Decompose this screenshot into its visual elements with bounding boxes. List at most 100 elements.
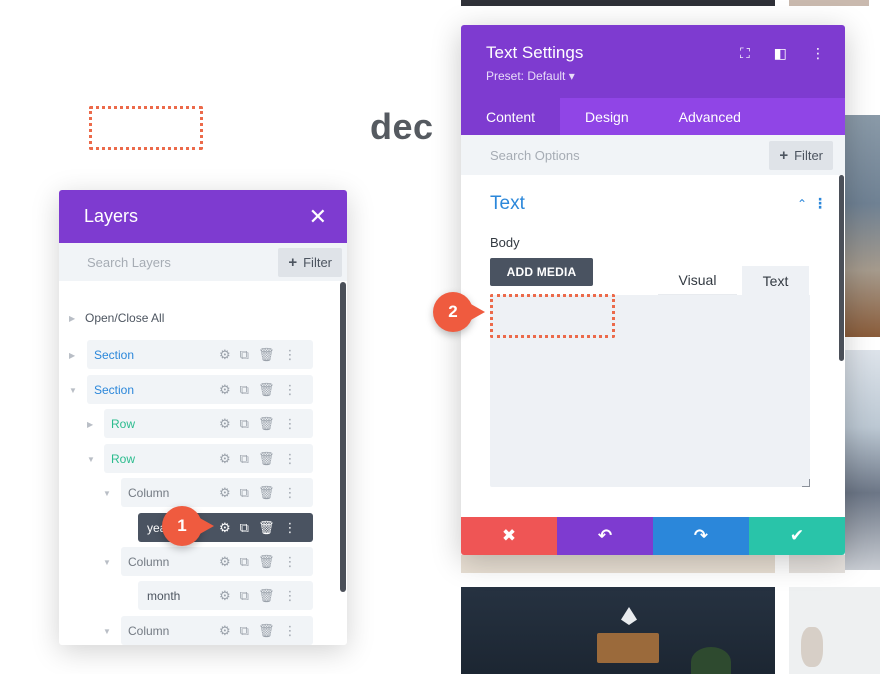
layer-label: Column (128, 554, 170, 569)
trash-icon[interactable]: 🗑 (258, 486, 275, 499)
sidebar-icon[interactable]: ◧ (774, 45, 787, 62)
editor-tab-text[interactable]: Text (742, 266, 809, 295)
layer-module-month[interactable]: month ⚙ ⧉ 🗑 ⋮ (138, 581, 313, 610)
trash-icon[interactable]: 🗑 (258, 348, 275, 361)
gear-icon[interactable]: ⚙ (219, 452, 231, 465)
trash-icon[interactable]: 🗑 (258, 417, 275, 430)
discard-button[interactable]: ✖ (461, 517, 557, 555)
body-label: Body (490, 235, 520, 250)
options-search-input[interactable]: Search Options (490, 148, 580, 163)
layer-column[interactable]: ▼ Column ⚙ ⧉ 🗑 ⋮ (103, 478, 313, 507)
more-dots-icon[interactable]: ⋮ (283, 521, 296, 534)
photo-tile (461, 587, 775, 674)
layer-row[interactable]: ▶ Row ⚙ ⧉ 🗑 ⋮ (87, 409, 313, 438)
layer-column[interactable]: ▼ Column ⚙ ⧉ 🗑 ⋮ (103, 547, 313, 576)
empty-text-placeholder (490, 294, 615, 338)
layer-label: Column (128, 485, 170, 500)
redo-icon: ↷ (693, 526, 709, 545)
more-dots-icon[interactable]: ⋮ (283, 348, 296, 361)
layer-section[interactable]: ▼ Section ⚙ ⧉ 🗑 ⋮ (69, 375, 313, 404)
layers-panel: Layers ✕ Search Layers + Filter ▶ Open/Cl… (59, 190, 347, 645)
more-dots-icon[interactable]: ⋮ (283, 589, 296, 602)
layer-label: Section (94, 347, 135, 362)
undo-button[interactable]: ↶ (557, 517, 653, 555)
photo-tile (845, 115, 880, 337)
duplicate-icon[interactable]: ⧉ (240, 555, 249, 568)
layers-search-bar: Search Layers + Filter (59, 243, 347, 281)
duplicate-icon[interactable]: ⧉ (240, 348, 249, 361)
settings-title: Text Settings (486, 43, 584, 62)
tab-advanced[interactable]: Advanced (654, 98, 766, 135)
duplicate-icon[interactable]: ⧉ (240, 589, 249, 602)
vase (801, 627, 823, 667)
gear-icon[interactable]: ⚙ (219, 624, 231, 637)
options-search-bar: Search Options + Filter (461, 135, 845, 175)
tab-content[interactable]: Content (461, 98, 561, 135)
tab-design[interactable]: Design (560, 98, 654, 135)
photo-tile (845, 350, 880, 570)
duplicate-icon[interactable]: ⧉ (240, 417, 249, 430)
more-dots-icon[interactable]: ⋮ (283, 383, 296, 396)
trash-icon[interactable]: 🗑 (258, 589, 275, 602)
layers-search-input[interactable]: Search Layers (87, 255, 171, 270)
gear-icon[interactable]: ⚙ (219, 417, 231, 430)
chevron-up-icon[interactable]: ⌃ (797, 197, 807, 211)
layers-filter-button[interactable]: + Filter (278, 247, 342, 277)
undo-icon: ↶ (597, 526, 613, 545)
plus-icon: + (288, 253, 298, 271)
more-dots-icon[interactable]: ⋮ (283, 486, 296, 499)
layer-label: Row (111, 416, 136, 431)
filter-label: Filter (303, 254, 332, 270)
more-dots-icon[interactable]: ⋮ (283, 624, 296, 637)
more-dots-icon[interactable]: ⋮ (283, 555, 296, 568)
text-section-title[interactable]: Text (490, 193, 525, 215)
caret-down-icon: ▼ (87, 455, 95, 464)
duplicate-icon[interactable]: ⧉ (240, 521, 249, 534)
trash-icon[interactable]: 🗑 (258, 624, 275, 637)
duplicate-icon[interactable]: ⧉ (240, 383, 249, 396)
layers-header: Layers ✕ (59, 190, 347, 243)
trash-icon[interactable]: 🗑 (258, 521, 275, 534)
settings-scrollbar[interactable] (839, 175, 844, 361)
gear-icon[interactable]: ⚙ (219, 589, 231, 602)
editor-tab-visual[interactable]: Visual (658, 266, 737, 295)
layer-column[interactable]: ▼ Column ⚙ ⧉ 🗑 ⋮ (103, 616, 313, 645)
settings-tabs: Content Design Advanced (461, 98, 845, 135)
month-heading[interactable]: dec (370, 106, 434, 148)
photo-tile (789, 587, 880, 674)
photo-tile (789, 0, 869, 6)
layer-row[interactable]: ▼ Row ⚙ ⧉ 🗑 ⋮ (87, 444, 313, 473)
trash-icon[interactable]: 🗑 (258, 452, 275, 465)
save-button[interactable]: ✔ (749, 517, 845, 555)
more-dots-icon[interactable]: ⋮ (283, 452, 296, 465)
close-icon[interactable]: ✕ (309, 204, 327, 230)
layer-label: Section (94, 382, 135, 397)
trash-icon[interactable]: 🗑 (258, 383, 275, 396)
resize-handle[interactable] (802, 479, 810, 487)
gear-icon[interactable]: ⚙ (219, 383, 231, 396)
callout-badge-1: 1 (162, 506, 214, 546)
preset-dropdown[interactable]: Preset: Default ▾ (486, 69, 575, 83)
gear-icon[interactable]: ⚙ (219, 486, 231, 499)
redo-button[interactable]: ↷ (653, 517, 749, 555)
layers-scrollbar[interactable] (340, 282, 346, 592)
more-dots-icon[interactable]: ⋮ (811, 45, 825, 62)
decor-object (621, 607, 637, 625)
more-dots-icon[interactable]: ⋮ (283, 417, 296, 430)
duplicate-icon[interactable]: ⧉ (240, 486, 249, 499)
trash-icon[interactable]: 🗑 (258, 555, 275, 568)
duplicate-icon[interactable]: ⧉ (240, 452, 249, 465)
options-filter-button[interactable]: + Filter (769, 141, 833, 170)
photo-tile (461, 555, 775, 573)
gear-icon[interactable]: ⚙ (219, 555, 231, 568)
gear-icon[interactable]: ⚙ (219, 521, 231, 534)
caret-down-icon: ▼ (103, 489, 111, 498)
more-dots-icon[interactable]: ⋮ (813, 195, 827, 212)
gear-icon[interactable]: ⚙ (219, 348, 231, 361)
open-close-all[interactable]: ▶ Open/Close All (69, 303, 289, 332)
filter-label: Filter (794, 148, 823, 163)
layer-section[interactable]: ▶ Section ⚙ ⧉ 🗑 ⋮ (69, 340, 313, 369)
add-media-button[interactable]: ADD MEDIA (490, 258, 593, 286)
duplicate-icon[interactable]: ⧉ (240, 624, 249, 637)
fullscreen-icon[interactable]: ⛶ (740, 45, 750, 62)
